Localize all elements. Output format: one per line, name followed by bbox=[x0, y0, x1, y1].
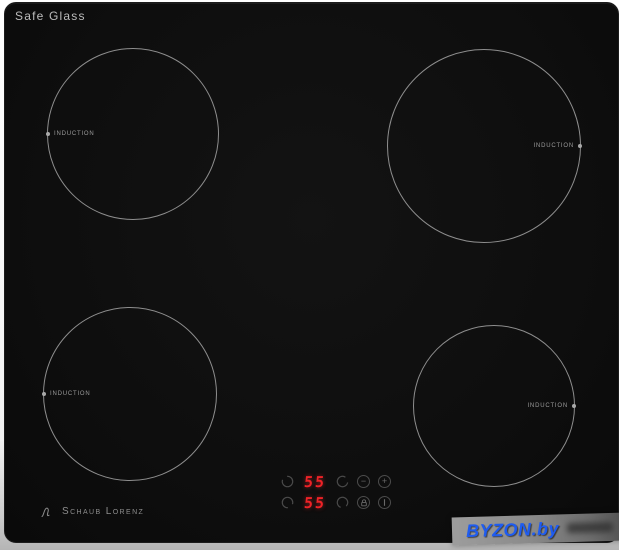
burner-zone-back-left: INDUCTION bbox=[46, 48, 219, 220]
minus-button[interactable]: − bbox=[357, 475, 370, 488]
zone-label-back-left: INDUCTION bbox=[46, 131, 95, 137]
zone-select-right-icon[interactable] bbox=[336, 475, 349, 488]
cooktop-surface: Safe Glass INDUCTION INDUCTION INDUCTION… bbox=[4, 2, 619, 543]
zone-label-back-right: INDUCTION bbox=[533, 143, 582, 149]
child-lock-button[interactable] bbox=[357, 496, 370, 509]
power-button[interactable] bbox=[378, 496, 391, 509]
burner-zone-front-right: INDUCTION bbox=[413, 325, 576, 487]
watermark-text: BYZON.by bbox=[465, 517, 560, 541]
brand-logo: Schaub Lorenz bbox=[41, 505, 144, 518]
zone-select-right-icon[interactable] bbox=[336, 496, 349, 509]
power-level-display-top: 55 bbox=[303, 472, 327, 491]
watermark-blur-smudge bbox=[566, 521, 614, 534]
watermark-strip: BYZON.by bbox=[451, 512, 619, 546]
touch-control-panel: 55 − + 55 bbox=[281, 472, 391, 512]
zone-label-text: INDUCTION bbox=[50, 391, 91, 397]
zone-marker-dot-icon bbox=[572, 404, 576, 408]
zone-label-text: INDUCTION bbox=[527, 403, 568, 409]
zone-select-left-icon[interactable] bbox=[281, 475, 294, 488]
control-row-bottom: 55 bbox=[281, 493, 391, 512]
surface-safety-text: Safe Glass bbox=[15, 9, 86, 23]
zone-label-text: INDUCTION bbox=[533, 143, 574, 149]
plus-button[interactable]: + bbox=[378, 475, 391, 488]
burner-zone-front-left: INDUCTION bbox=[42, 307, 217, 481]
brand-name-text: Schaub Lorenz bbox=[62, 506, 145, 517]
schaub-lorenz-logo-icon bbox=[41, 507, 50, 517]
zone-marker-dot-icon bbox=[578, 144, 582, 148]
zone-marker-dot-icon bbox=[46, 132, 50, 136]
zone-label-front-left: INDUCTION bbox=[42, 391, 91, 397]
zone-select-left-icon[interactable] bbox=[281, 496, 294, 509]
zone-marker-dot-icon bbox=[42, 392, 46, 396]
zone-label-front-right: INDUCTION bbox=[527, 403, 576, 409]
control-row-top: 55 − + bbox=[281, 472, 391, 491]
burner-zone-back-right: INDUCTION bbox=[387, 49, 582, 243]
power-level-display-bottom: 55 bbox=[303, 493, 327, 512]
zone-label-text: INDUCTION bbox=[54, 131, 95, 137]
